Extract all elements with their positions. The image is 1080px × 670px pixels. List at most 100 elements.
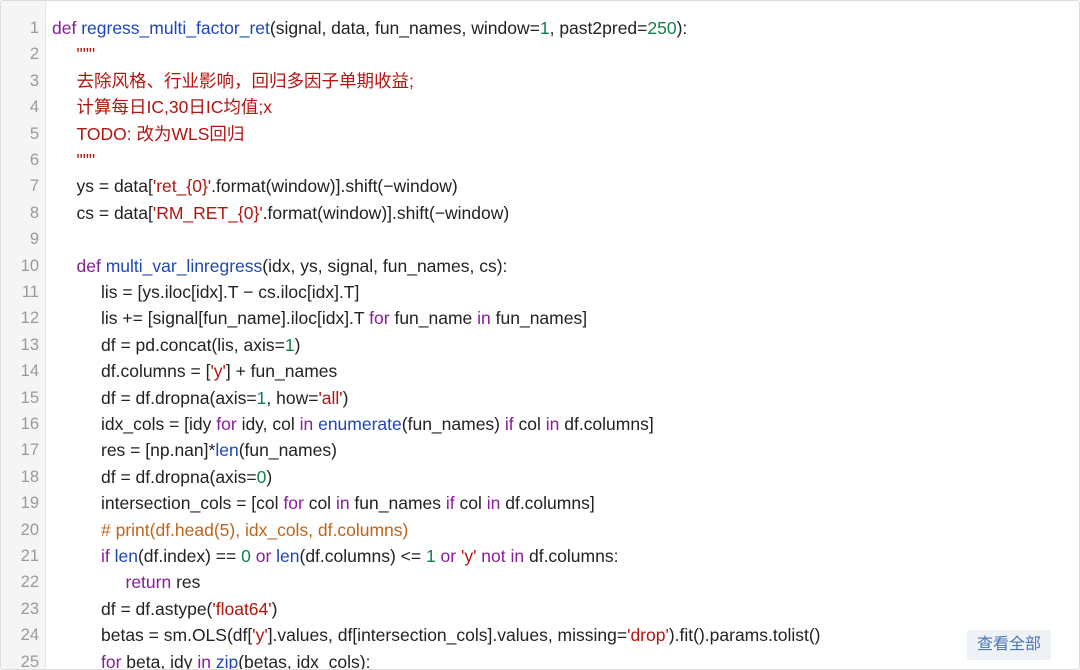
code-line: 1 def regress_multi_factor_ret(signal, da… xyxy=(1,15,1079,41)
line-number: 10 xyxy=(20,256,39,275)
code-token: for xyxy=(216,414,237,434)
code-text: df = pd.concat(lis, axis=1) xyxy=(101,332,300,358)
code-token: 计算每日IC,30日IC均值;x xyxy=(76,97,272,118)
code-text: df = df.dropna(axis=1, how='all') xyxy=(101,385,348,411)
code-token: or xyxy=(250,546,277,566)
code-text: for beta, idy in zip(betas, idx_cols): xyxy=(101,649,370,670)
code-token: enumerate xyxy=(318,414,402,434)
code-token: len xyxy=(215,440,239,461)
code-token: ] + fun_names xyxy=(225,361,338,382)
code-line: 2 """ xyxy=(1,41,1079,67)
code-text: 计算每日IC,30日IC均值;x xyxy=(77,94,272,120)
code-token: ): xyxy=(676,18,688,38)
code-line: 9 xyxy=(1,226,1079,252)
line-number: 8 xyxy=(29,203,39,222)
code-token: TODO: 改为WLS回归 xyxy=(76,123,245,144)
code-token: in xyxy=(335,493,350,514)
code-line: 17 res = [np.nan]*len(fun_names) xyxy=(1,437,1079,463)
code-token: betas = sm.OLS(df[ xyxy=(101,625,253,646)
code-text: df = df.dropna(axis=0) xyxy=(101,464,272,490)
line-number: 22 xyxy=(20,573,39,592)
line-number: 24 xyxy=(20,626,39,645)
code-token: in xyxy=(545,414,560,434)
code-token: return xyxy=(125,572,172,593)
code-token: fun_name xyxy=(389,308,478,329)
code-token: df = df.dropna(axis= xyxy=(101,387,257,408)
code-token: idy, col xyxy=(236,414,300,434)
code-text: intersection_cols = [col for col in fun_… xyxy=(101,490,595,516)
code-token: 1 xyxy=(284,334,295,355)
code-token: """ xyxy=(76,44,96,65)
code-token: 250 xyxy=(647,18,677,38)
code-token: ).fit().params.tolist() xyxy=(668,625,821,646)
code-token: df.columns: xyxy=(524,546,619,566)
code-text: return res xyxy=(126,569,201,595)
code-token: len xyxy=(114,546,138,566)
code-token: in xyxy=(477,308,491,329)
line-number: 17 xyxy=(20,441,39,460)
code-line: 5 TODO: 改为WLS回归 xyxy=(1,121,1079,147)
code-line: 12 lis += [signal[fun_name].iloc[idx].T f… xyxy=(1,305,1079,331)
code-token: if xyxy=(101,546,115,566)
code-token: .format(window)].shift(−window) xyxy=(211,176,458,197)
view-all-button[interactable]: 查看全部 xyxy=(967,630,1051,660)
code-text: if len(df.index) == 0 or len(df.columns)… xyxy=(101,543,618,569)
line-number: 5 xyxy=(29,124,39,143)
code-line: 25 for beta, idy in zip(betas, idx_cols): xyxy=(1,649,1079,670)
code-text: """ xyxy=(77,147,96,173)
code-token: 0 xyxy=(241,546,251,566)
line-number: 19 xyxy=(20,494,39,513)
code-token: for xyxy=(283,493,304,514)
code-text: df = df.astype('float64') xyxy=(101,596,277,622)
code-token: in xyxy=(486,493,501,514)
code-token: 'drop' xyxy=(627,625,669,646)
line-number: 14 xyxy=(20,362,39,381)
line-number: 9 xyxy=(29,230,39,249)
line-number: 18 xyxy=(20,467,39,486)
code-token: df = df.dropna(axis= xyxy=(101,466,257,487)
code-line: 6 """ xyxy=(1,147,1079,173)
line-number: 3 xyxy=(29,71,39,90)
code-token: .format(window)].shift(−window) xyxy=(262,202,510,223)
code-text: # print(df.head(5), idx_cols, df.columns… xyxy=(101,517,408,543)
code-text: TODO: 改为WLS回归 xyxy=(77,121,245,147)
code-token: """ xyxy=(76,150,96,170)
code-token: intersection_cols = [col xyxy=(101,493,284,514)
line-number: 12 xyxy=(20,309,39,328)
code-token: zip xyxy=(215,651,239,670)
line-number: 4 xyxy=(29,98,39,117)
code-token: ].values, df[intersection_cols].values, … xyxy=(267,625,628,646)
line-number: 15 xyxy=(20,388,39,407)
code-token: 去除风格、行业影响，回归多因子单期收益; xyxy=(76,70,414,91)
code-token: 'ret_{0}' xyxy=(152,176,212,197)
code-token: lis = [ys.iloc[idx].T − cs.iloc[idx].T] xyxy=(101,282,360,302)
code-token: col xyxy=(303,493,336,514)
code-line: 3 去除风格、行业影响，回归多因子单期收益; xyxy=(1,68,1079,94)
code-token: col xyxy=(513,414,546,434)
code-token: ys = data[ xyxy=(76,176,153,197)
code-line: 16 idx_cols = [idy for idy, col in enumer… xyxy=(1,411,1079,437)
code-token: 1 xyxy=(256,387,267,408)
code-token: 'y' xyxy=(460,546,477,566)
code-token: col xyxy=(454,493,487,514)
code-token: fun_names xyxy=(349,493,446,514)
code-token: 1 xyxy=(539,18,550,38)
code-line: 15 df = df.dropna(axis=1, how='all') xyxy=(1,385,1079,411)
code-token: (idx, ys, signal, fun_names, cs): xyxy=(262,255,508,276)
code-text: res = [np.nan]*len(fun_names) xyxy=(101,437,337,463)
line-number: 7 xyxy=(29,177,39,196)
code-line: 11 lis = [ys.iloc[idx].T − cs.iloc[idx].T… xyxy=(1,279,1079,305)
code-viewer: 1 def regress_multi_factor_ret(signal, da… xyxy=(0,0,1080,670)
code-token: df.columns] xyxy=(500,493,595,514)
code-token: regress_multi_factor_ret xyxy=(81,18,270,38)
code-token: res xyxy=(171,572,201,593)
code-token: (signal, data, fun_names, window= xyxy=(269,18,540,38)
code-token: 'RM_RET_{0}' xyxy=(152,202,263,223)
code-token: beta, idy xyxy=(121,651,198,670)
line-number: 13 xyxy=(20,335,39,354)
line-number: 2 xyxy=(29,45,39,64)
code-token: multi_var_linregress xyxy=(105,255,263,276)
code-text: idx_cols = [idy for idy, col in enumerat… xyxy=(101,411,654,437)
code-token: for xyxy=(101,651,122,670)
line-number: 1 xyxy=(29,19,39,37)
